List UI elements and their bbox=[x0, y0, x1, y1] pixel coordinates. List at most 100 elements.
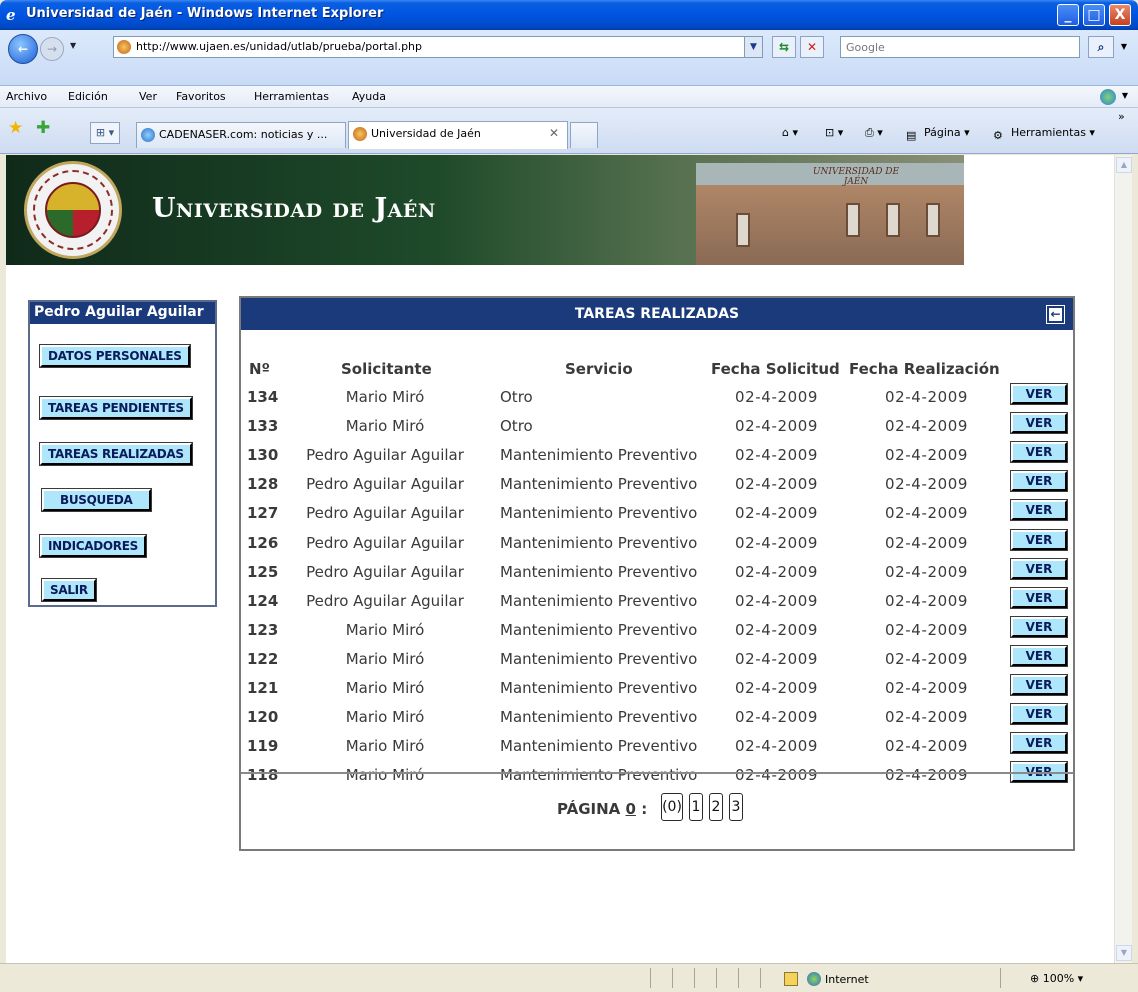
row-servicio: Mantenimiento Preventivo bbox=[500, 620, 698, 639]
search-options-dropdown-icon[interactable]: ▼ bbox=[1116, 36, 1132, 58]
internet-globe-icon bbox=[807, 972, 821, 986]
protected-mode-icon[interactable] bbox=[784, 972, 798, 986]
scroll-up-icon[interactable]: ▲ bbox=[1116, 157, 1132, 173]
search-input[interactable]: Google bbox=[840, 36, 1080, 58]
tab-cadenaser[interactable]: CADENASER.com: noticias y ... bbox=[136, 122, 346, 148]
row-fecha-solicitud: 02-4-2009 bbox=[735, 388, 819, 406]
page-button-1[interactable]: 1 bbox=[689, 793, 703, 821]
pager-label: PÁGINA 0 : bbox=[557, 800, 647, 818]
row-solicitante: Pedro Aguilar Aguilar bbox=[306, 475, 464, 494]
search-button[interactable]: ⌕ bbox=[1088, 36, 1114, 58]
indicadores-button[interactable]: INDICADORES bbox=[39, 534, 147, 558]
ver-button[interactable]: VER bbox=[1010, 557, 1068, 580]
menu-ayuda[interactable]: Ayuda bbox=[352, 90, 386, 103]
home-button[interactable]: ⌂ ▾ bbox=[782, 126, 798, 139]
ver-button[interactable]: VER bbox=[1010, 383, 1068, 405]
row-num: 128 bbox=[247, 475, 279, 494]
rss-feed-icon: ⊡ ▾ bbox=[825, 126, 844, 139]
address-field[interactable]: http://www.ujaen.es/unidad/utlab/prueba/… bbox=[113, 36, 763, 58]
refresh-button[interactable]: ⇆ bbox=[772, 36, 796, 58]
column-header-solicitante: Solicitante bbox=[341, 360, 432, 378]
back-button[interactable]: ← bbox=[8, 34, 38, 64]
scroll-down-icon[interactable]: ▼ bbox=[1116, 945, 1132, 961]
ver-button[interactable]: VER bbox=[1010, 674, 1068, 696]
tareas-realizadas-button[interactable]: TAREAS REALIZADAS bbox=[39, 442, 193, 466]
site-favicon-icon bbox=[353, 127, 367, 141]
page-button-0[interactable]: (0) bbox=[661, 793, 683, 821]
security-zone[interactable]: Internet bbox=[807, 972, 869, 986]
page-button-3[interactable]: 3 bbox=[729, 793, 743, 821]
favorites-star-icon[interactable]: ★ bbox=[8, 118, 23, 138]
menu-ver[interactable]: Ver bbox=[139, 90, 157, 103]
status-bar: Internet ⊕ 100% ▾ bbox=[0, 963, 1138, 992]
minimize-button[interactable]: _ bbox=[1057, 4, 1079, 26]
tareas-pendientes-button[interactable]: TAREAS PENDIENTES bbox=[39, 396, 193, 420]
table-row: 124 Pedro Aguilar Aguilar Mantenimiento Pr… bbox=[241, 586, 1073, 615]
translate-globe-icon[interactable] bbox=[1100, 89, 1116, 105]
ver-button[interactable]: VER bbox=[1010, 732, 1068, 755]
row-num: 130 bbox=[247, 446, 279, 465]
toolbar-overflow-icon[interactable]: » bbox=[1118, 110, 1125, 123]
row-num: 133 bbox=[247, 417, 279, 436]
row-servicio: Mantenimiento Preventivo bbox=[500, 591, 698, 610]
menu-archivo[interactable]: Archivo bbox=[6, 90, 47, 103]
ie-logo-icon: e bbox=[6, 6, 16, 24]
address-dropdown-icon[interactable]: ▼ bbox=[744, 37, 762, 57]
tab-close-icon[interactable]: ✕ bbox=[549, 126, 559, 140]
zoom-level[interactable]: ⊕ 100% ▾ bbox=[1030, 972, 1083, 985]
globe-dropdown-icon[interactable]: ▼ bbox=[1122, 91, 1128, 100]
ver-button[interactable]: VER bbox=[1010, 586, 1068, 609]
address-url[interactable]: http://www.ujaen.es/unidad/utlab/prueba/… bbox=[136, 40, 422, 53]
ver-button[interactable]: VER bbox=[1010, 615, 1068, 638]
row-num: 122 bbox=[247, 649, 279, 668]
ver-button[interactable]: VER bbox=[1010, 528, 1068, 551]
maximize-button[interactable]: □ bbox=[1083, 4, 1105, 26]
row-solicitante: Mario Miró bbox=[345, 417, 425, 436]
tools-menu-label: Herramientas bbox=[1011, 126, 1086, 139]
row-servicio: Mantenimiento Preventivo bbox=[500, 737, 698, 756]
page-menu-button[interactable]: ▤ Página ▾ bbox=[906, 126, 970, 143]
busqueda-button[interactable]: BUSQUEDA bbox=[41, 488, 152, 512]
row-servicio: Mantenimiento Preventivo bbox=[500, 562, 698, 581]
stop-button[interactable]: ✕ bbox=[800, 36, 824, 58]
ver-button[interactable]: VER bbox=[1010, 644, 1068, 667]
ver-button[interactable]: VER bbox=[1010, 441, 1068, 464]
tools-menu-button[interactable]: ⚙ Herramientas ▾ bbox=[993, 126, 1095, 143]
history-dropdown-icon[interactable]: ▼ bbox=[70, 41, 76, 50]
datos-personales-button[interactable]: DATOS PERSONALES bbox=[39, 344, 191, 368]
vertical-scrollbar[interactable]: ▲ ▼ bbox=[1114, 155, 1132, 963]
menu-edicion[interactable]: Edición bbox=[68, 90, 108, 103]
row-fecha-solicitud: 02-4-2009 bbox=[735, 417, 819, 436]
page-button-2[interactable]: 2 bbox=[709, 793, 723, 821]
row-fecha-realizacion: 02-4-2009 bbox=[885, 591, 969, 610]
salir-button[interactable]: SALIR bbox=[41, 578, 97, 602]
back-arrow-icon[interactable]: ← bbox=[1046, 305, 1065, 324]
ver-button[interactable]: VER bbox=[1010, 470, 1068, 493]
ver-button[interactable]: VER bbox=[1010, 412, 1068, 435]
close-button[interactable]: X bbox=[1109, 4, 1131, 26]
new-tab-button[interactable] bbox=[570, 122, 598, 148]
quick-tabs-button[interactable]: ⊞ ▾ bbox=[90, 122, 120, 144]
row-servicio: Otro bbox=[500, 388, 533, 406]
stop-icon: ✕ bbox=[806, 40, 818, 54]
ver-button[interactable]: VER bbox=[1010, 703, 1068, 726]
menu-herramientas[interactable]: Herramientas bbox=[254, 90, 329, 103]
home-icon: ⌂ ▾ bbox=[782, 126, 799, 139]
tab-universidad[interactable]: Universidad de Jaén ✕ bbox=[348, 121, 568, 149]
column-header-servicio: Servicio bbox=[565, 360, 633, 378]
panel-title: TAREAS REALIZADAS bbox=[241, 298, 1073, 330]
row-fecha-realizacion: 02-4-2009 bbox=[885, 620, 969, 639]
row-servicio: Mantenimiento Preventivo bbox=[500, 679, 698, 697]
row-servicio: Mantenimiento Preventivo bbox=[500, 504, 698, 523]
forward-button[interactable]: → bbox=[40, 37, 64, 61]
ver-button[interactable]: VER bbox=[1010, 499, 1068, 522]
feeds-button[interactable]: ⊡ ▾ bbox=[825, 126, 843, 139]
building-sign: UNIVERSIDAD DE JAÉN bbox=[812, 167, 900, 187]
table-row: 133 Mario Miró Otro 02-4-2009 02-4-2009 VER bbox=[241, 411, 1073, 440]
row-num: 124 bbox=[247, 591, 279, 610]
add-favorites-icon[interactable]: ✚ bbox=[36, 118, 50, 138]
table-row: 123 Mario Miró Mantenimiento Preventivo 02-… bbox=[241, 615, 1073, 644]
menu-favoritos[interactable]: Favoritos bbox=[176, 90, 226, 103]
print-button[interactable]: ⎙ ▾ bbox=[865, 126, 883, 140]
status-divider bbox=[650, 968, 651, 988]
